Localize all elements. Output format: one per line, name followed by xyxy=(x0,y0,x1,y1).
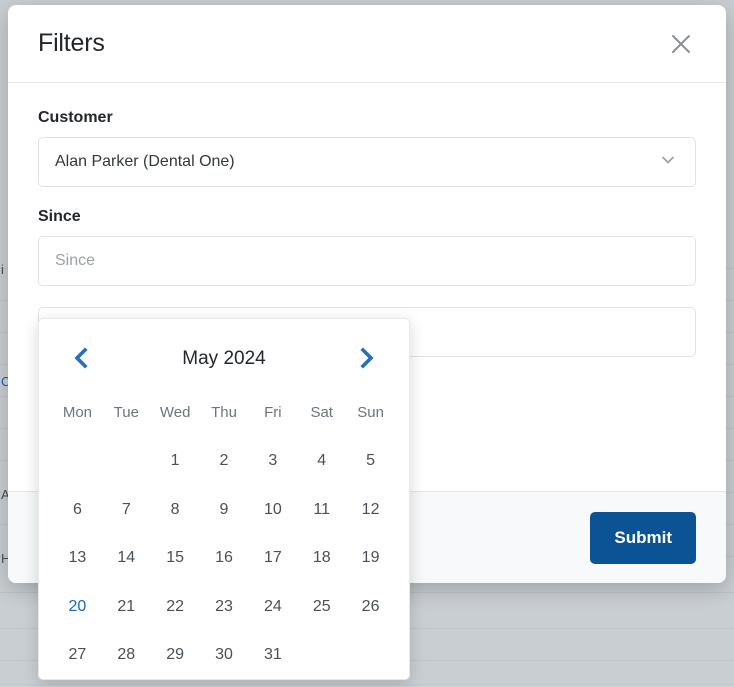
datepicker-day[interactable]: 30 xyxy=(200,631,249,680)
datepicker-popup: May 2024 Mon Tue Wed Thu Fri Sat Sun 123456789… xyxy=(38,318,410,680)
datepicker-day[interactable]: 2 xyxy=(200,437,249,486)
datepicker-day[interactable]: 24 xyxy=(248,583,297,632)
datepicker-day[interactable]: 31 xyxy=(248,631,297,680)
datepicker-day[interactable]: 6 xyxy=(53,486,102,535)
prev-month-button[interactable] xyxy=(67,343,95,376)
datepicker-day[interactable]: 18 xyxy=(297,534,346,583)
datepicker-day[interactable]: 10 xyxy=(248,486,297,535)
datepicker-day[interactable]: 9 xyxy=(200,486,249,535)
modal-body: Customer Alan Parker (Dental One) Since xyxy=(8,83,726,357)
background-row-line xyxy=(0,684,734,685)
datepicker-day[interactable]: 16 xyxy=(200,534,249,583)
datepicker-day[interactable]: 14 xyxy=(102,534,151,583)
datepicker-day[interactable]: 23 xyxy=(200,583,249,632)
datepicker-day[interactable]: 1 xyxy=(151,437,200,486)
datepicker-day-grid: 1 2 3 4 5 6 7 8 9 10 11 12 13 14 15 16 17 18 19 20 21 22 23 24 2… xyxy=(53,437,395,680)
since-input[interactable] xyxy=(38,236,696,286)
datepicker-weekday: Sun xyxy=(357,404,384,421)
datepicker-day[interactable]: 8 xyxy=(151,486,200,535)
datepicker-weekday: Wed xyxy=(159,404,191,421)
datepicker-day[interactable]: 26 xyxy=(346,583,395,632)
customer-select[interactable]: Alan Parker (Dental One) xyxy=(38,137,696,187)
datepicker-weekday: Thu xyxy=(211,404,237,421)
modal-header: Filters xyxy=(8,5,726,83)
datepicker-day[interactable]: 29 xyxy=(151,631,200,680)
datepicker-day[interactable]: 28 xyxy=(102,631,151,680)
datepicker-day-empty xyxy=(102,437,151,486)
next-month-button[interactable] xyxy=(353,343,381,376)
field-group-since: Since xyxy=(38,208,696,286)
page-title: Filters xyxy=(38,29,105,57)
background-clipped-text: i xyxy=(1,262,4,277)
submit-button[interactable]: Submit xyxy=(590,511,696,564)
datepicker-day[interactable]: 4 xyxy=(297,437,346,486)
datepicker-day[interactable]: 19 xyxy=(346,534,395,583)
datepicker-day[interactable]: 12 xyxy=(346,486,395,535)
datepicker-day[interactable]: 3 xyxy=(248,437,297,486)
datepicker-weekday: Tue xyxy=(113,404,139,421)
chevron-left-icon xyxy=(71,346,91,372)
datepicker-day[interactable]: 15 xyxy=(151,534,200,583)
datepicker-weekday: Mon xyxy=(62,404,93,421)
customer-select-value: Alan Parker (Dental One) xyxy=(55,153,235,170)
datepicker-day[interactable]: 13 xyxy=(53,534,102,583)
datepicker-day[interactable]: 21 xyxy=(102,583,151,632)
datepicker-month-label: May 2024 xyxy=(182,348,266,369)
datepicker-day[interactable]: 27 xyxy=(53,631,102,680)
close-button[interactable] xyxy=(666,29,696,59)
field-group-customer: Customer Alan Parker (Dental One) xyxy=(38,109,696,187)
since-label: Since xyxy=(38,208,81,225)
datepicker-day[interactable]: 17 xyxy=(248,534,297,583)
datepicker-day[interactable]: 20 xyxy=(53,583,102,632)
datepicker-weekday: Sat xyxy=(310,404,333,421)
datepicker-day[interactable]: 11 xyxy=(297,486,346,535)
chevron-down-icon xyxy=(659,151,677,174)
close-icon xyxy=(670,33,692,55)
datepicker-header: May 2024 xyxy=(53,329,395,389)
datepicker-weekday-row: Mon Tue Wed Thu Fri Sat Sun xyxy=(53,389,395,437)
chevron-right-icon xyxy=(357,346,377,372)
datepicker-day[interactable]: 5 xyxy=(346,437,395,486)
customer-label: Customer xyxy=(38,109,113,126)
datepicker-day[interactable]: 7 xyxy=(102,486,151,535)
datepicker-day[interactable]: 25 xyxy=(297,583,346,632)
datepicker-weekday: Fri xyxy=(264,404,282,421)
datepicker-day[interactable]: 22 xyxy=(151,583,200,632)
datepicker-day-empty xyxy=(53,437,102,486)
